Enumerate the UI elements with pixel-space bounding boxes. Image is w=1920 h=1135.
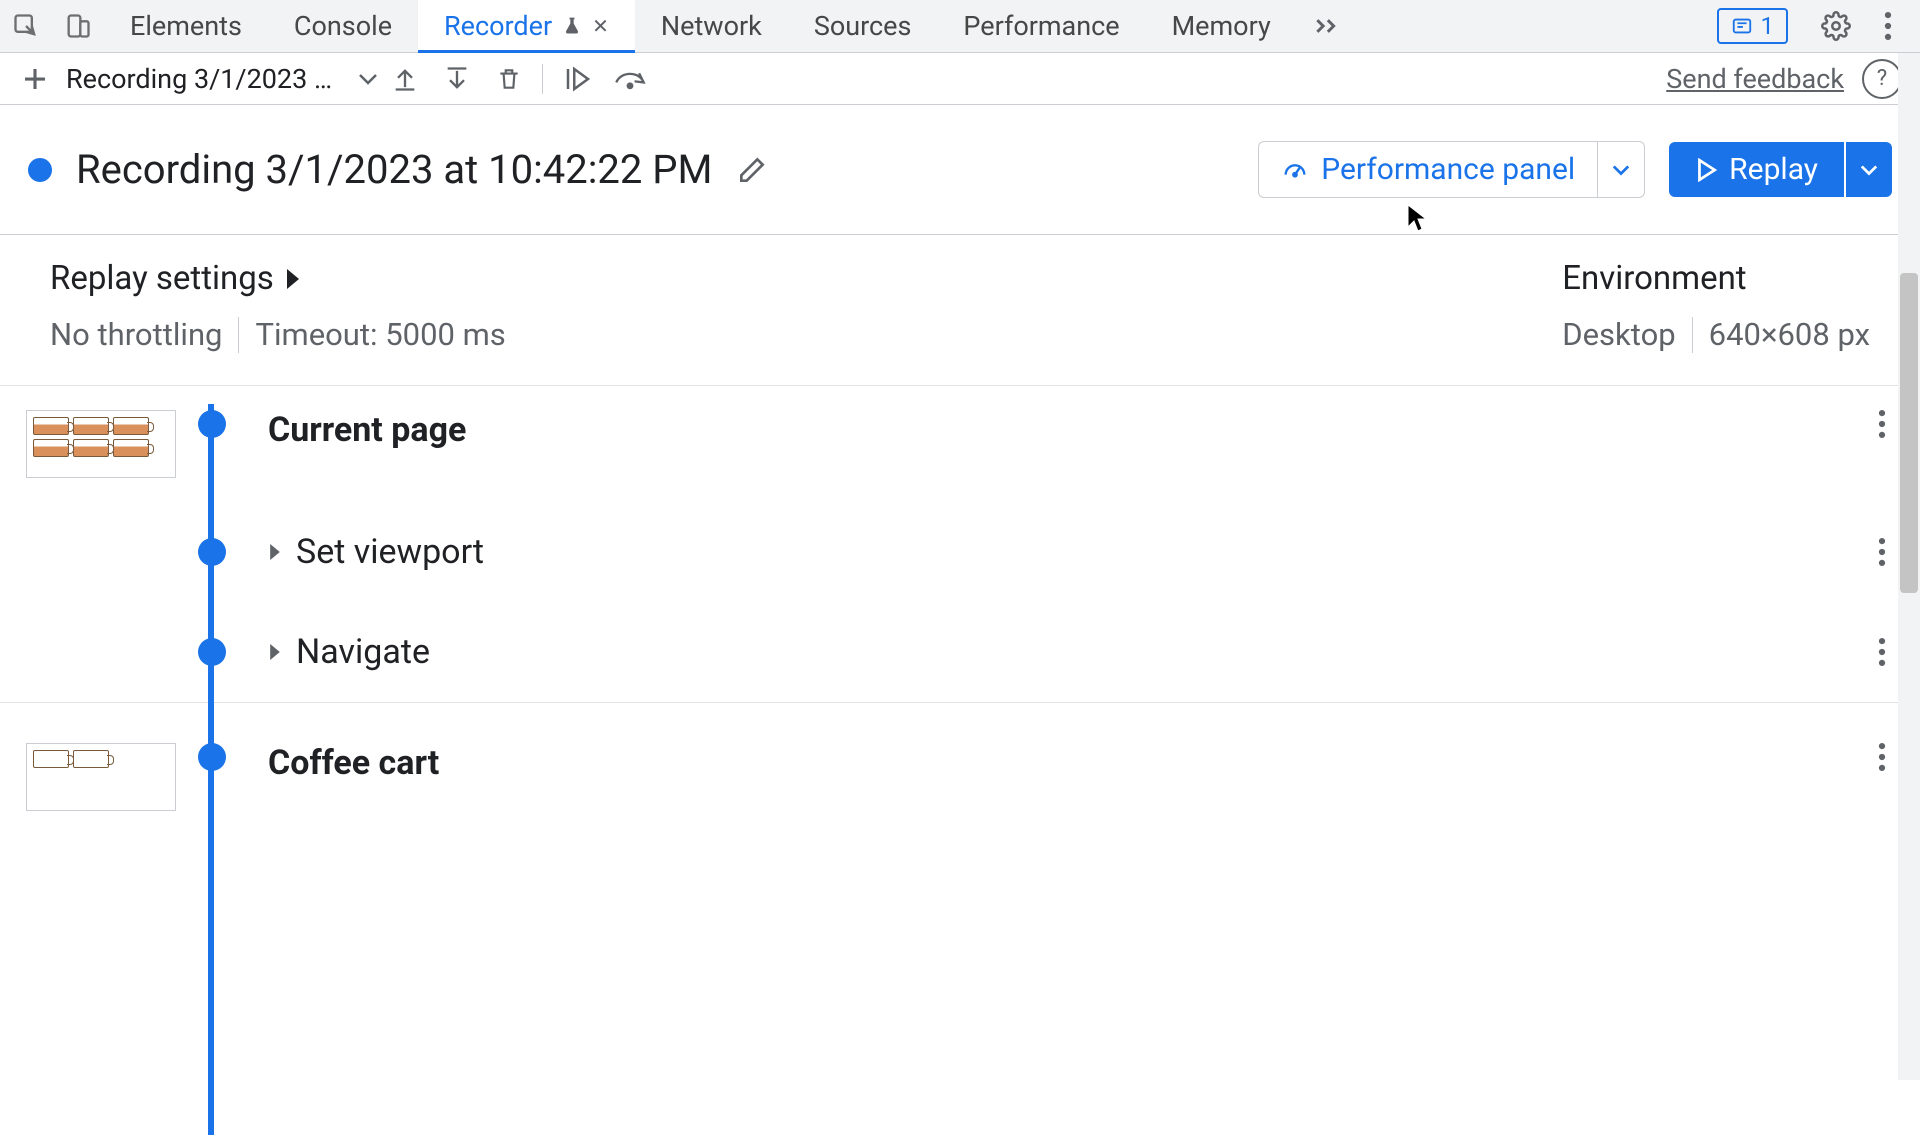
export-recording-icon[interactable]	[432, 54, 482, 104]
step-title: Coffee cart	[268, 743, 1878, 783]
performance-panel-label: Performance panel	[1321, 152, 1575, 187]
step-thumbnail	[26, 743, 176, 811]
step-play-icon[interactable]	[553, 54, 603, 104]
mouse-cursor-icon	[1406, 204, 1428, 232]
settings-environment-row: Replay settings No throttling Timeout: 5…	[0, 235, 1920, 386]
toolbar-divider	[542, 64, 543, 94]
environment-heading: Environment	[1562, 259, 1870, 298]
tabbar-right: 1	[1717, 0, 1920, 52]
tabs-list: Elements Console Recorder ✕ Network Sour…	[104, 0, 1361, 52]
recording-picker-label: Recording 3/1/2023 at 10…	[66, 63, 346, 95]
recorder-toolbar: Recording 3/1/2023 at 10… Send feedback …	[0, 53, 1920, 105]
step-menu-icon[interactable]	[1878, 638, 1894, 666]
import-recording-icon[interactable]	[380, 54, 430, 104]
timeout-value: Timeout: 5000 ms	[255, 316, 505, 353]
step-current-page[interactable]: Current page	[0, 386, 1920, 502]
step-title-label: Set viewport	[296, 532, 484, 572]
tab-memory[interactable]: Memory	[1146, 0, 1297, 52]
tab-recorder[interactable]: Recorder ✕	[418, 0, 635, 52]
env-device: Desktop	[1562, 316, 1675, 353]
expand-triangle-icon[interactable]	[269, 544, 280, 560]
send-feedback-link[interactable]: Send feedback	[1666, 63, 1844, 95]
replay-label: Replay	[1729, 152, 1818, 187]
step-over-icon[interactable]	[605, 54, 655, 104]
recording-header: Recording 3/1/2023 at 10:42:22 PM Perfor…	[0, 105, 1920, 235]
replay-settings-summary: No throttling Timeout: 5000 ms	[50, 316, 506, 353]
performance-panel-button[interactable]: Performance panel	[1258, 141, 1598, 198]
tab-performance[interactable]: Performance	[937, 0, 1145, 52]
replay-button[interactable]: Replay	[1669, 142, 1844, 197]
vertical-scrollbar[interactable]	[1898, 53, 1920, 1080]
tab-sources[interactable]: Sources	[788, 0, 938, 52]
inspect-element-icon[interactable]	[0, 0, 52, 52]
help-icon[interactable]: ?	[1862, 59, 1902, 99]
replay-settings-toggle[interactable]: Replay settings	[50, 259, 506, 298]
chevron-down-icon	[358, 72, 378, 86]
issues-count: 1	[1761, 12, 1775, 40]
environment-summary: Desktop 640×608 px	[1562, 316, 1870, 353]
step-menu-icon[interactable]	[1878, 538, 1894, 566]
step-menu-icon[interactable]	[1878, 743, 1894, 771]
replay-settings-label: Replay settings	[50, 259, 274, 298]
gauge-icon	[1281, 156, 1309, 184]
tab-console[interactable]: Console	[268, 0, 418, 52]
timeline-node-icon	[198, 410, 226, 438]
divider	[238, 317, 239, 353]
step-coffee-cart[interactable]: Coffee cart	[0, 702, 1920, 835]
step-title-label: Navigate	[296, 632, 430, 672]
edit-title-icon[interactable]	[736, 154, 768, 186]
close-tab-icon[interactable]: ✕	[592, 14, 609, 38]
replay-chevron[interactable]	[1846, 142, 1892, 197]
replay-split-button: Replay	[1669, 142, 1892, 197]
new-recording-button[interactable]	[10, 54, 60, 104]
experiment-flask-icon	[562, 16, 582, 36]
throttle-value: No throttling	[50, 316, 222, 353]
issues-chip[interactable]: 1	[1717, 8, 1789, 44]
performance-panel-chevron[interactable]	[1598, 141, 1645, 198]
tab-elements[interactable]: Elements	[104, 0, 268, 52]
settings-gear-icon[interactable]	[1812, 2, 1860, 50]
scroll-thumb[interactable]	[1900, 273, 1918, 593]
step-menu-icon[interactable]	[1878, 410, 1894, 438]
devtools-tabbar: Elements Console Recorder ✕ Network Sour…	[0, 0, 1920, 53]
env-viewport: 640×608 px	[1709, 316, 1870, 353]
timeline-node-icon	[198, 538, 226, 566]
step-thumbnail	[26, 410, 176, 478]
play-icon	[1695, 158, 1717, 182]
timeline-node-icon	[198, 638, 226, 666]
divider	[1692, 317, 1693, 353]
recording-title: Recording 3/1/2023 at 10:42:22 PM	[76, 146, 712, 193]
expand-triangle-icon[interactable]	[269, 644, 280, 660]
tabs-overflow-icon[interactable]	[1297, 0, 1361, 52]
performance-panel-split-button: Performance panel	[1258, 141, 1645, 198]
step-set-viewport[interactable]: Set viewport	[0, 502, 1920, 602]
recording-picker[interactable]: Recording 3/1/2023 at 10…	[66, 63, 378, 95]
device-toolbar-icon[interactable]	[52, 0, 104, 52]
step-title: Current page	[268, 410, 1878, 450]
timeline-node-icon	[198, 743, 226, 771]
delete-recording-icon[interactable]	[484, 54, 534, 104]
chevron-right-icon	[286, 269, 300, 289]
more-menu-icon[interactable]	[1864, 2, 1912, 50]
tab-network[interactable]: Network	[635, 0, 788, 52]
step-navigate[interactable]: Navigate	[0, 602, 1920, 702]
recording-status-dot	[28, 158, 52, 182]
